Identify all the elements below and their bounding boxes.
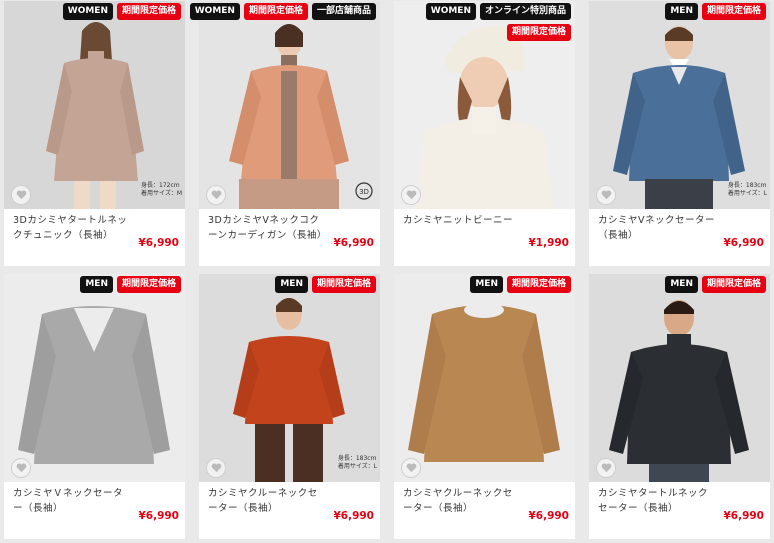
model-size-note: 身長：183cm 着用サイズ：L: [727, 182, 767, 197]
sale-badge: 期間限定価格: [116, 3, 181, 20]
heart-icon[interactable]: [596, 185, 616, 205]
product-price: ¥6,990: [333, 510, 374, 522]
category-badge: WOMEN: [189, 3, 240, 20]
product-card[interactable]: MEN 期間限定価格 身長：183cm 着用サイズ：L カシミヤVネックセーター…: [589, 1, 770, 266]
product-title[interactable]: 3Dカシミヤタートルネックチュニック（長袖）: [13, 213, 131, 243]
category-badge: MEN: [470, 276, 503, 293]
sale-badge: 期間限定価格: [311, 276, 376, 293]
product-card[interactable]: WOMEN オンライン特別商品 期間限定価格 カシミヤニットビーニー ¥1,99…: [394, 1, 575, 266]
category-badge: MEN: [665, 276, 698, 293]
product-title[interactable]: カシミヤクルーネックセーター（長袖）: [403, 486, 521, 516]
sale-badge: 期間限定価格: [116, 276, 181, 293]
product-title[interactable]: カシミヤタートルネックセーター（長袖）: [598, 486, 716, 516]
sale-badge: 期間限定価格: [243, 3, 308, 20]
store-limited-badge: 一部店舗商品: [311, 3, 376, 20]
category-badge: MEN: [665, 3, 698, 20]
product-price: ¥6,990: [138, 237, 179, 249]
product-card[interactable]: MEN 期間限定価格 カシミヤタートルネックセーター（長袖） ¥6,990: [589, 274, 770, 539]
product-title[interactable]: 3DカシミヤVネックコクーンカーディガン（長袖）: [208, 213, 326, 243]
sale-badge: 期間限定価格: [701, 276, 766, 293]
product-price: ¥6,990: [723, 237, 764, 249]
product-title[interactable]: カシミヤＶネックセーター（長袖）: [13, 486, 131, 516]
heart-icon[interactable]: [401, 458, 421, 478]
online-special-badge: オンライン特別商品: [479, 3, 571, 20]
product-image[interactable]: [4, 274, 185, 482]
product-card[interactable]: MEN 期間限定価格 身長：183cm 着用サイズ：L カシミヤクルーネックセー…: [199, 274, 380, 539]
category-badge: WOMEN: [62, 3, 113, 20]
product-title[interactable]: カシミヤVネックセーター（長袖）: [598, 213, 716, 243]
category-badge: MEN: [275, 276, 308, 293]
heart-icon[interactable]: [11, 458, 31, 478]
heart-icon[interactable]: [206, 458, 226, 478]
product-price: ¥1,990: [528, 237, 569, 249]
product-image[interactable]: [394, 274, 575, 482]
heart-icon[interactable]: [596, 458, 616, 478]
heart-icon[interactable]: [401, 185, 421, 205]
product-card[interactable]: WOMEN 期間限定価格 一部店舗商品 3D 3DカシミヤVネックコクーンカーデ…: [189, 1, 380, 266]
category-badge: MEN: [80, 276, 113, 293]
sale-badge: 期間限定価格: [506, 24, 571, 41]
sale-badge: 期間限定価格: [701, 3, 766, 20]
svg-text:3D: 3D: [359, 188, 369, 196]
sale-badge: 期間限定価格: [506, 276, 571, 293]
product-grid: WOMEN 期間限定価格 身長：172cm 着用サイズ：M 3Dカシミヤタートル…: [0, 0, 774, 543]
product-image[interactable]: [589, 274, 770, 482]
model-size-note: 身長：183cm 着用サイズ：L: [337, 455, 377, 470]
product-price: ¥6,990: [138, 510, 179, 522]
category-badge: WOMEN: [425, 3, 476, 20]
product-card[interactable]: WOMEN 期間限定価格 身長：172cm 着用サイズ：M 3Dカシミヤタートル…: [4, 1, 185, 266]
heart-icon[interactable]: [206, 185, 226, 205]
product-image[interactable]: [199, 1, 380, 209]
product-title[interactable]: カシミヤニットビーニー: [403, 213, 521, 228]
product-card[interactable]: MEN 期間限定価格 カシミヤクルーネックセーター（長袖） ¥6,990: [394, 274, 575, 539]
product-image[interactable]: [4, 1, 185, 209]
product-price: ¥6,990: [333, 237, 374, 249]
product-image[interactable]: [199, 274, 380, 482]
product-card[interactable]: MEN 期間限定価格 カシミヤＶネックセーター（長袖） ¥6,990: [4, 274, 185, 539]
product-price: ¥6,990: [723, 510, 764, 522]
product-price: ¥6,990: [528, 510, 569, 522]
product-title[interactable]: カシミヤクルーネックセーター（長袖）: [208, 486, 326, 516]
product-image[interactable]: [589, 1, 770, 209]
heart-icon[interactable]: [11, 185, 31, 205]
model-size-note: 身長：172cm 着用サイズ：M: [141, 182, 182, 197]
3d-knit-logo: 3D: [353, 181, 375, 207]
